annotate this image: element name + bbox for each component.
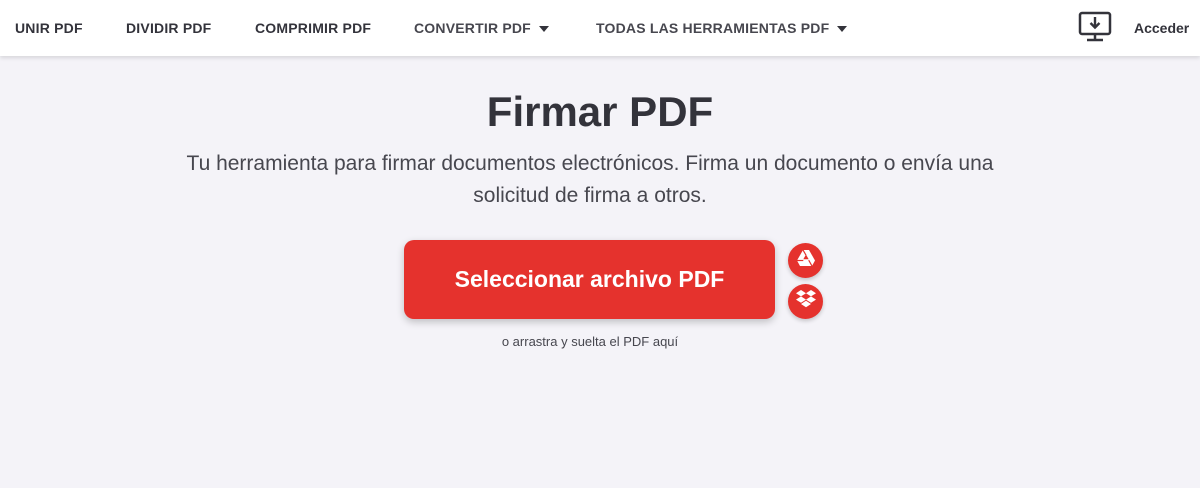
caret-down-icon [837, 25, 848, 32]
nav-item-label: UNIR PDF [15, 20, 83, 36]
google-drive-icon [796, 249, 815, 271]
drag-drop-hint: o arrastra y suelta el PDF aquí [501, 334, 679, 349]
page-title: Firmar PDF [486, 88, 714, 135]
select-pdf-button[interactable]: Seleccionar archivo PDF [404, 240, 775, 319]
nav-item-label: CONVERTIR PDF [414, 20, 531, 36]
desktop-download-icon[interactable] [1078, 11, 1112, 43]
page-subtitle: Tu herramienta para firmar documentos el… [186, 152, 994, 207]
dropbox-button[interactable] [788, 284, 823, 319]
select-pdf-button-label: Seleccionar archivo PDF [454, 266, 725, 292]
nav-item-label: COMPRIMIR PDF [255, 20, 372, 36]
top-navigation-bar: UNIR PDF DIVIDIR PDF COMPRIMIR PDF CONVE… [0, 0, 1200, 56]
google-drive-button[interactable] [788, 243, 823, 278]
nav-item-all-tools[interactable]: TODAS LAS HERRAMIENTAS PDF [596, 0, 848, 56]
nav-item-label: DIVIDIR PDF [126, 20, 212, 36]
nav-item-split-pdf[interactable]: DIVIDIR PDF [126, 0, 211, 56]
nav-item-convert-pdf[interactable]: CONVERTIR PDF [414, 0, 549, 56]
nav-item-compress-pdf[interactable]: COMPRIMIR PDF [255, 0, 371, 56]
caret-down-icon [538, 25, 549, 32]
nav-item-merge-pdf[interactable]: UNIR PDF [15, 0, 83, 56]
login-link[interactable]: Acceder [1134, 0, 1189, 56]
dropbox-icon [795, 290, 816, 313]
nav-item-label: TODAS LAS HERRAMIENTAS PDF [596, 20, 830, 36]
